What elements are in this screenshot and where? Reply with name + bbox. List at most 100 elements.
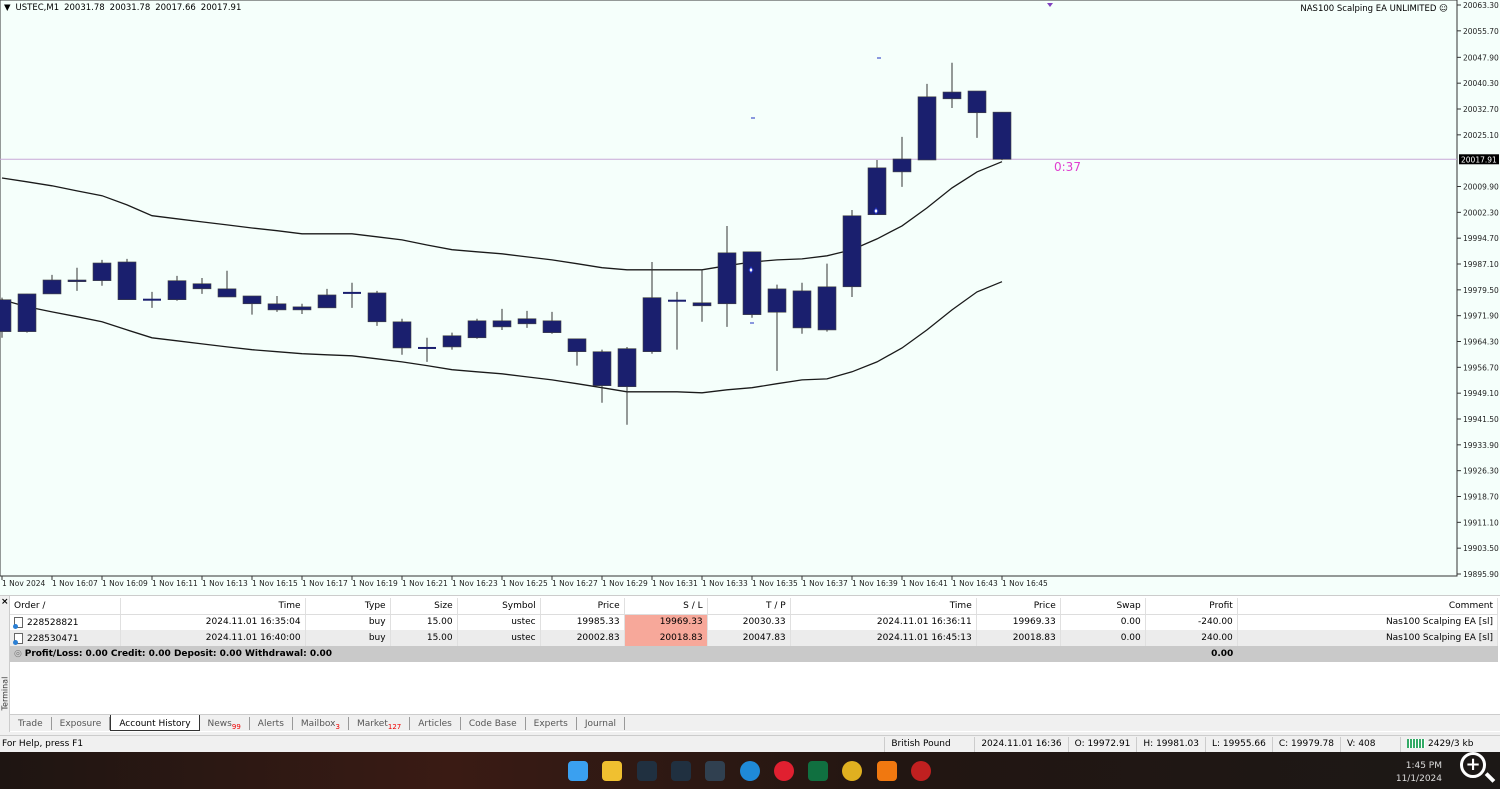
system-clock[interactable]: 1:45 PM 11/1/2024: [1396, 760, 1442, 786]
terminal-panel: × Terminal Order / Time Type Size Symbol Pric…: [0, 596, 1500, 732]
tab-journal[interactable]: Journal: [577, 717, 625, 730]
tab-mailbox[interactable]: Mailbox3: [293, 717, 349, 731]
tab-experts[interactable]: Experts: [526, 717, 577, 730]
table-cell: 20047.83: [707, 630, 791, 646]
column-header[interactable]: Profit: [1145, 598, 1238, 615]
y-tick-label: 19994.70: [1463, 234, 1499, 243]
tab-label: Alerts: [257, 719, 284, 729]
column-header[interactable]: Swap: [1060, 598, 1146, 615]
x-tick-label: 1 Nov 16:11: [152, 579, 198, 588]
app-icon[interactable]: [705, 761, 726, 781]
status-volume: V: 408: [1340, 736, 1400, 752]
trading-app-icon[interactable]: [808, 761, 829, 781]
table-row[interactable]: 228528821 2024.11.01 16:35:04 buy 15.00 uste…: [10, 614, 1499, 630]
tab-account-history[interactable]: Account History: [110, 715, 200, 731]
tab-exposure[interactable]: Exposure: [52, 717, 111, 730]
tab-badge: 3: [335, 722, 340, 731]
tab-articles[interactable]: Articles: [410, 717, 461, 730]
candle-doji: [143, 298, 161, 301]
app-d-icon[interactable]: [773, 761, 794, 781]
table-cell: 228530471: [10, 630, 121, 646]
y-tick-label: 19911.10: [1463, 518, 1499, 527]
y-tick-label: 20055.70: [1463, 27, 1499, 36]
tab-alerts[interactable]: Alerts: [250, 717, 293, 730]
y-tick-label: 19895.90: [1463, 570, 1499, 579]
cell-text: 20030.33: [742, 617, 786, 628]
help-text: For Help, press F1: [2, 739, 84, 749]
column-header[interactable]: Symbol: [457, 598, 541, 615]
column-header[interactable]: Time: [120, 598, 306, 615]
order-document-icon: [13, 632, 23, 645]
column-header[interactable]: S / L: [624, 598, 708, 615]
vlc-icon[interactable]: [876, 761, 897, 781]
x-tick-label: 1 Nov 16:27: [552, 579, 598, 588]
chart-menu-triangle-icon[interactable]: ▼: [4, 3, 11, 13]
candle-body: [592, 351, 612, 386]
candle-body: [967, 90, 987, 114]
table-cell: 15.00: [390, 614, 458, 630]
y-tick-label: 20063.30: [1463, 1, 1499, 10]
windows-start-icon[interactable]: [568, 761, 588, 781]
tab-label: Code Base: [468, 719, 517, 729]
table-cell: 20018.83: [976, 630, 1061, 646]
file-explorer-icon[interactable]: [602, 761, 623, 781]
connection-bars-icon: [1407, 738, 1425, 748]
connection-status[interactable]: 2429/3 kb: [1400, 736, 1500, 752]
y-tick-label: 19949.10: [1463, 389, 1499, 398]
bar-countdown: 0:37: [1054, 160, 1081, 174]
cell-text: 20018.83: [1012, 633, 1056, 643]
terminal-label: Terminal: [0, 676, 10, 711]
tab-label: Trade: [18, 719, 43, 729]
tab-label: Market: [356, 719, 388, 729]
column-header[interactable]: T / P: [707, 598, 791, 615]
table-cell: 19985.33: [540, 614, 625, 630]
candle-body: [267, 303, 287, 311]
tab-code-base[interactable]: Code Base: [461, 717, 526, 730]
candle-body: [442, 335, 462, 348]
candle-doji: [343, 291, 361, 294]
y-tick-label: 20032.70: [1463, 105, 1499, 114]
tab-market[interactable]: Market127: [349, 717, 411, 731]
column-header[interactable]: Time: [790, 598, 977, 615]
column-header[interactable]: Comment: [1237, 598, 1499, 615]
y-tick-label: 20002.30: [1463, 208, 1499, 217]
column-header[interactable]: Type: [305, 598, 391, 615]
table-cell: 2024.11.01 16:36:11: [790, 614, 977, 630]
candlestick-chart[interactable]: 20063.30 20055.70 20047.90 20040.30 20032.70…: [0, 0, 1500, 596]
table-cell: Nas100 Scalping EA [sl]: [1237, 614, 1499, 630]
chrome-icon[interactable]: [842, 761, 863, 781]
cell-text: 2024.11.01 16:35:04: [205, 617, 301, 628]
profile-name[interactable]: British Pound: [884, 736, 974, 752]
expert-advisor-label[interactable]: NAS100 Scalping EA UNLIMITED ☺: [1300, 4, 1448, 14]
recorder-icon[interactable]: [911, 761, 931, 781]
status-low: L: 19955.66: [1205, 736, 1272, 752]
edge-icon[interactable]: [739, 761, 760, 781]
y-tick-label: 20040.30: [1463, 79, 1499, 88]
candle-body: [92, 262, 112, 281]
header-open: 20031.78: [64, 3, 105, 13]
x-tick-label: 1 Nov 16:29: [602, 579, 648, 588]
cell-text: 2024.11.01 16:45:13: [876, 633, 972, 643]
tab-badge: 127: [387, 722, 402, 731]
column-header[interactable]: Size: [390, 598, 458, 615]
y-tick-label: 20047.90: [1463, 53, 1499, 62]
column-header[interactable]: Price: [976, 598, 1061, 615]
x-tick-label: 1 Nov 16:17: [302, 579, 348, 588]
candle-body: [17, 293, 37, 332]
magnifier-zoom-icon[interactable]: +: [1460, 752, 1486, 778]
x-tick-label: 1 Nov 16:45: [1002, 579, 1048, 588]
tab-trade[interactable]: Trade: [10, 717, 52, 730]
table-cell: 2024.11.01 16:40:00: [120, 630, 306, 646]
column-header[interactable]: Order /: [10, 598, 121, 615]
metatrader-icon[interactable]: [670, 761, 691, 781]
table-row[interactable]: 228530471 2024.11.01 16:40:00 buy 15.00 uste…: [10, 630, 1499, 646]
metatrader-icon[interactable]: [636, 761, 657, 781]
column-header[interactable]: Price: [540, 598, 625, 615]
x-tick-label: 1 Nov 16:37: [802, 579, 848, 588]
tab-news[interactable]: News99: [200, 717, 250, 731]
smiley-icon: ☺: [1439, 4, 1448, 14]
close-icon[interactable]: ×: [1, 597, 9, 607]
cell-text: 19969.33: [1012, 617, 1056, 628]
price-chart[interactable]: 20063.30 20055.70 20047.90 20040.30 20032.70…: [0, 0, 1500, 596]
cell-text: ustec: [511, 633, 536, 643]
